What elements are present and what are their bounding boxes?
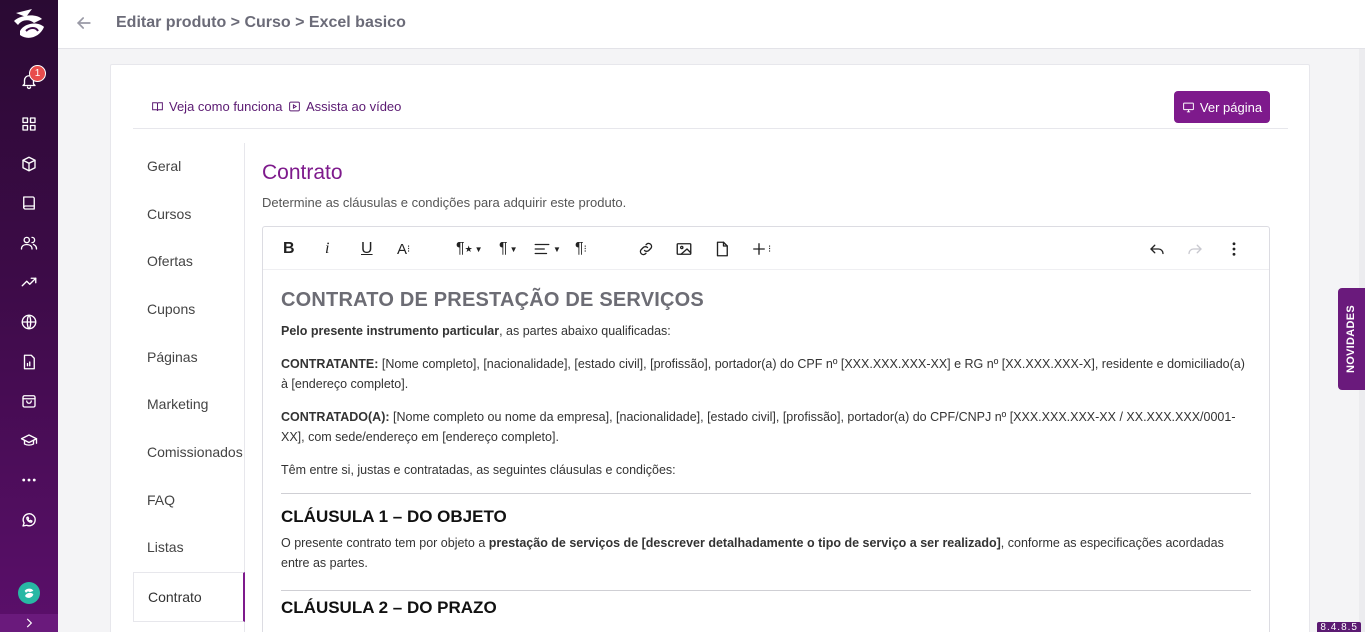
open-book-icon — [152, 102, 163, 111]
expand-sidebar-button[interactable] — [0, 614, 58, 632]
image-icon — [676, 243, 692, 255]
italic-button[interactable]: i — [325, 239, 329, 259]
chevron-right-icon — [26, 618, 33, 628]
intro-rest: , as partes abaixo qualificadas: — [499, 324, 671, 338]
users-icon[interactable] — [19, 233, 39, 253]
clause-1-bold: prestação de serviços de [descrever deta… — [488, 536, 1001, 550]
back-button[interactable] — [74, 13, 96, 35]
bold-button[interactable]: B — [283, 239, 295, 259]
globe-icon[interactable] — [19, 312, 39, 332]
user-avatar[interactable] — [18, 582, 40, 604]
contratante-paragraph: CONTRATANTE: [Nome completo], [nacionali… — [281, 354, 1251, 394]
intro-bold: Pelo presente instrumento particular — [281, 324, 500, 338]
novidades-label: NOVIDADES — [1345, 304, 1358, 374]
paragraph-format-button[interactable]: ¶ ▼ — [499, 239, 518, 259]
section-title: Contrato — [262, 161, 343, 184]
graduation-icon[interactable] — [19, 431, 39, 451]
notification-badge: 1 — [29, 65, 46, 82]
paragraph-style-button[interactable]: ¶ ★ ▼ — [456, 239, 483, 259]
undo-button[interactable] — [1148, 239, 1166, 259]
contract-heading: CONTRATO DE PRESTAÇÃO DE SERVIÇOS — [281, 289, 704, 311]
underline-button[interactable]: U — [361, 239, 373, 259]
menu-item-cupons[interactable]: Cupons — [147, 301, 195, 317]
novidades-tab[interactable]: NOVIDADES — [1338, 288, 1365, 390]
menu-item-ofertas[interactable]: Ofertas — [147, 253, 193, 269]
menu-item-faq[interactable]: FAQ — [147, 492, 175, 508]
product-editor-card: Veja como funciona Assista ao vídeo Ver … — [110, 64, 1310, 632]
contratado-text: [Nome completo ou nome da empresa], [nac… — [281, 410, 1236, 444]
whatsapp-icon[interactable] — [19, 510, 39, 530]
help-bar: Veja como funciona Assista ao vídeo Ver … — [133, 65, 1288, 129]
app-logo[interactable] — [10, 5, 48, 43]
undo-icon — [1150, 244, 1164, 255]
insert-link-button[interactable] — [637, 239, 655, 259]
box-icon[interactable] — [19, 154, 39, 174]
menu-item-paginas[interactable]: Páginas — [147, 349, 198, 365]
monitor-icon — [1183, 102, 1194, 112]
insert-file-button[interactable] — [713, 239, 731, 259]
editor-content[interactable]: CONTRATO DE PRESTAÇÃO DE SERVIÇOS Pelo p… — [281, 289, 1251, 618]
menu-item-geral[interactable]: Geral — [147, 158, 181, 174]
watch-video-link[interactable]: Assista ao vídeo — [288, 99, 401, 114]
menu-item-listas[interactable]: Listas — [147, 539, 184, 555]
arrow-left-icon — [76, 17, 91, 29]
agreement-paragraph: Têm entre si, justas e contratadas, as s… — [281, 463, 676, 477]
breadcrumb: Editar produto > Curso > Excel basico — [116, 14, 406, 31]
app-sidebar: 1 — [0, 0, 58, 632]
trending-icon[interactable] — [19, 272, 39, 292]
top-bar: Editar produto > Curso > Excel basico — [58, 0, 1365, 49]
more-insert-button[interactable]: ⁝ — [750, 239, 771, 259]
view-page-button[interactable]: Ver página — [1174, 91, 1270, 123]
view-page-label: Ver página — [1199, 99, 1263, 115]
contratante-label: CONTRATANTE: — [281, 357, 379, 371]
more-vertical-icon — [1232, 242, 1236, 256]
how-it-works-label: Veja como funciona — [169, 99, 283, 114]
contratado-paragraph: CONTRATADO(A): [Nome completo ou nome da… — [281, 407, 1251, 447]
contract-rich-text-editor[interactable]: B i U A ⁝ ¶ ★ ▼ ¶ ▼ ▼ ¶ ⁝ ⁝ CONTRATO DE … — [262, 226, 1270, 632]
how-it-works-link[interactable]: Veja como funciona — [151, 99, 282, 114]
align-button[interactable]: ▼ — [533, 239, 561, 259]
divider — [281, 493, 1251, 494]
clause-1-pre: O presente contrato tem por objeto a — [281, 536, 489, 550]
menu-item-marketing[interactable]: Marketing — [147, 396, 208, 412]
book-icon[interactable] — [19, 193, 39, 213]
align-left-icon — [534, 243, 550, 255]
file-icon — [716, 241, 728, 257]
section-subtitle: Determine as cláusulas e condições para … — [262, 195, 627, 210]
menu-item-contrato[interactable]: Contrato — [133, 572, 245, 622]
editor-more-options-button[interactable] — [1225, 239, 1243, 259]
insert-image-button[interactable] — [675, 239, 693, 259]
editor-toolbar: B i U A ⁝ ¶ ★ ▼ ¶ ▼ ▼ ¶ ⁝ ⁝ — [263, 227, 1269, 270]
redo-icon — [1188, 244, 1202, 255]
bag-icon[interactable] — [19, 391, 39, 411]
redo-button[interactable] — [1186, 239, 1204, 259]
menu-item-comissionados[interactable]: Comissionados — [147, 444, 243, 460]
product-sections-menu: Geral Cursos Ofertas Cupons Páginas Mark… — [133, 143, 245, 632]
contratante-text: [Nome completo], [nacionalidade], [estad… — [281, 357, 1245, 391]
more-icon[interactable] — [19, 470, 39, 490]
grid-icon[interactable] — [19, 114, 39, 134]
divider — [281, 590, 1251, 591]
watch-video-label: Assista ao vídeo — [306, 99, 402, 114]
clause-1-title: CLÁUSULA 1 – DO OBJETO — [281, 507, 507, 526]
report-icon[interactable] — [19, 352, 39, 372]
play-icon — [289, 101, 300, 112]
font-size-button[interactable]: A ⁝ — [397, 239, 410, 259]
clause-1-paragraph: O presente contrato tem por objeto a pre… — [281, 533, 1251, 573]
link-icon — [639, 242, 653, 256]
plus-icon — [753, 243, 765, 255]
intro-paragraph: Pelo presente instrumento particular, as… — [281, 321, 1251, 341]
more-paragraph-button[interactable]: ¶ ⁝ — [575, 239, 587, 259]
version-badge: 8.4.8.5 — [1317, 622, 1361, 632]
menu-item-cursos[interactable]: Cursos — [147, 206, 191, 222]
clause-2-title: CLÁUSULA 2 – DO PRAZO — [281, 598, 497, 617]
contratado-label: CONTRATADO(A): — [281, 410, 390, 424]
